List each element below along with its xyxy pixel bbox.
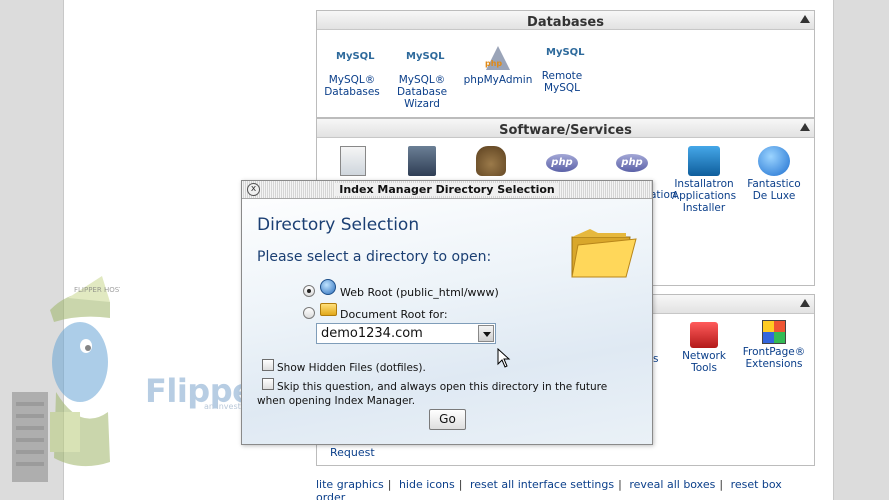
reveal-boxes-link[interactable]: reveal all boxes xyxy=(629,478,715,491)
chevron-down-icon[interactable] xyxy=(478,325,494,342)
item-label-line: Installer xyxy=(682,202,726,214)
item-label-line: Installatron xyxy=(674,178,734,190)
item-label-line: MySQL xyxy=(543,82,581,94)
item-label-line: Wizard xyxy=(404,98,440,110)
item-label-line: MySQL® xyxy=(328,74,376,86)
svg-text:FLIPPER HOST: FLIPPER HOST xyxy=(74,286,120,294)
separator: | xyxy=(387,478,392,491)
collapse-toggle-icon[interactable] xyxy=(800,15,810,23)
perl-camel-icon[interactable] xyxy=(476,146,506,176)
dialog-title: Index Manager Directory Selection xyxy=(242,183,652,196)
dialog-title-text: Index Manager Directory Selection xyxy=(335,183,559,196)
reset-settings-link[interactable]: reset all interface settings xyxy=(470,478,614,491)
software-box-title: Software/Services xyxy=(499,123,632,138)
go-button[interactable]: Go xyxy=(429,409,466,430)
mysql-databases-link[interactable]: MySQL MySQL® Databases xyxy=(315,42,389,98)
databases-box-title: Databases xyxy=(527,15,604,30)
item-label-line: Applications xyxy=(671,190,737,202)
document-root-radio[interactable] xyxy=(303,307,315,319)
separator: | xyxy=(618,478,622,491)
remote-mysql-link[interactable]: MySQL Remote MySQL xyxy=(525,38,599,94)
mysql-database-wizard-link[interactable]: MySQL MySQL® Database Wizard xyxy=(385,42,459,110)
show-hidden-checkbox[interactable] xyxy=(262,359,274,371)
dialog-prompt: Please select a directory to open: xyxy=(257,249,492,265)
web-root-radio[interactable] xyxy=(303,285,315,297)
phpmyadmin-icon: php xyxy=(482,42,514,72)
reset-box-order-link[interactable]: order xyxy=(316,491,345,500)
request-link[interactable]: Request xyxy=(330,446,375,459)
item-label-line: Databases xyxy=(324,86,380,98)
dialog-titlebar[interactable]: x Index Manager Directory Selection xyxy=(242,181,652,199)
globe-icon xyxy=(320,279,336,295)
installatron-icon xyxy=(688,146,720,176)
dialog-heading: Directory Selection xyxy=(257,215,420,235)
hide-icons-link[interactable]: hide icons xyxy=(399,478,455,491)
folder-icon xyxy=(571,229,637,278)
item-label-line: Database xyxy=(396,86,448,98)
lite-graphics-link[interactable]: lite graphics xyxy=(316,478,384,491)
cgi-icon[interactable] xyxy=(340,146,366,176)
remote-mysql-icon: MySQL xyxy=(546,47,585,58)
folder-icon xyxy=(320,303,337,316)
mysql-wizard-icon: MySQL xyxy=(406,51,445,62)
item-label-line: Remote xyxy=(541,70,583,82)
skip-question-label: Skip this question, and always open this… xyxy=(257,381,608,407)
svg-text:php: php xyxy=(485,59,502,68)
item-label-line: Fantastico xyxy=(747,178,801,190)
index-manager-dialog: x Index Manager Directory Selection Dire… xyxy=(241,180,653,445)
domain-select[interactable]: demo1234.com xyxy=(316,323,496,344)
item-label-line: Extensions xyxy=(745,358,803,370)
network-tools-link[interactable]: Network Tools xyxy=(666,322,742,374)
mysql-icon: MySQL xyxy=(336,51,375,62)
footer-links: lite graphics | hide icons | reset all int… xyxy=(316,478,782,500)
separator: | xyxy=(719,478,724,491)
software-box-header: Software/Services xyxy=(317,119,814,138)
domain-select-value: demo1234.com xyxy=(321,326,423,341)
show-hidden-label: Show Hidden Files (dotfiles). xyxy=(277,362,426,374)
item-label-line: De Luxe xyxy=(752,190,796,202)
mascot-dolphin-image: FLIPPER HOST xyxy=(12,276,120,482)
item-label-line: phpMyAdmin xyxy=(463,74,533,86)
web-root-label: Web Root (public_html/www) xyxy=(340,286,499,299)
fantastico-link[interactable]: Fantastico De Luxe xyxy=(736,146,812,202)
item-label-line: Tools xyxy=(691,362,717,374)
mouse-cursor-icon xyxy=(497,348,511,368)
smiley-icon xyxy=(758,146,790,176)
item-label-line: Network xyxy=(682,350,726,362)
php-config-icon[interactable]: php xyxy=(616,154,648,172)
frontpage-extensions-link[interactable]: FrontPage® Extensions xyxy=(736,320,812,370)
separator: | xyxy=(458,478,463,491)
collapse-toggle-icon[interactable] xyxy=(800,299,810,307)
databases-box-header: Databases xyxy=(317,11,814,30)
help-book-icon[interactable] xyxy=(408,146,436,176)
php-pear-icon[interactable]: php xyxy=(546,154,578,172)
document-root-label: Document Root for: xyxy=(340,308,448,321)
right-gutter xyxy=(833,0,889,500)
truncated-item-label: s xyxy=(653,353,659,365)
toolbox-icon xyxy=(690,322,718,348)
item-label-line: MySQL® xyxy=(398,74,446,86)
reset-box-link[interactable]: reset box xyxy=(731,478,782,491)
installatron-link[interactable]: Installatron Applications Installer xyxy=(666,146,742,214)
frontpage-icon xyxy=(762,320,786,344)
item-label-line: FrontPage® xyxy=(742,346,806,358)
collapse-toggle-icon[interactable] xyxy=(800,123,810,131)
